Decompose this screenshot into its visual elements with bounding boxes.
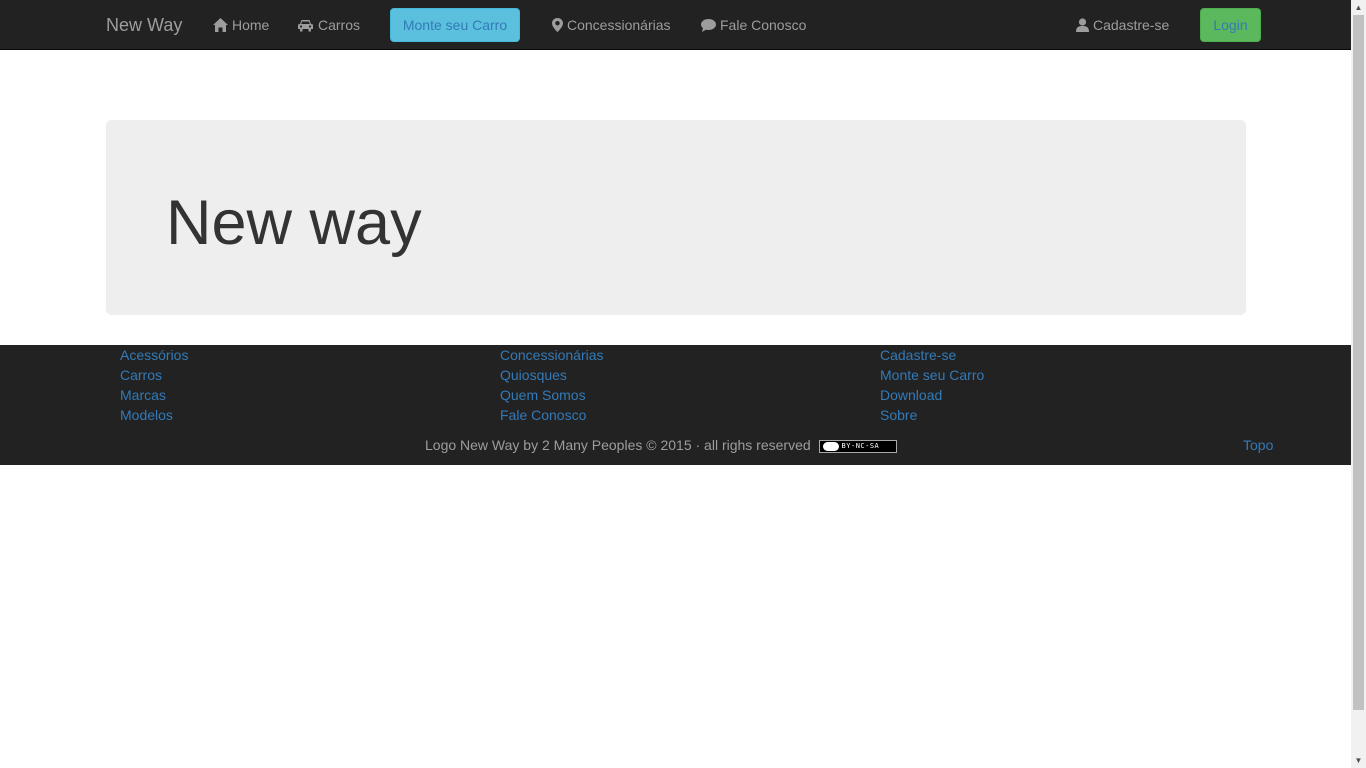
jumbotron-title: New way — [166, 188, 422, 258]
footer-link-contact[interactable]: Fale Conosco — [500, 405, 604, 425]
build-car-button[interactable]: Monte seu Carro — [390, 8, 520, 42]
cc-logo-icon — [822, 442, 839, 451]
nav-dealers-link[interactable]: Concessionárias — [552, 0, 671, 50]
nav-home-label: Home — [232, 17, 270, 33]
footer-link-build-car[interactable]: Monte seu Carro — [880, 365, 984, 385]
cc-license-text: BY-NC-SA — [841, 442, 880, 450]
map-marker-icon — [552, 2, 563, 52]
nav-cars-link[interactable]: Carros — [297, 0, 360, 50]
copyright-text: Logo New Way by 2 Many Peoples © 2015 · … — [425, 437, 811, 453]
nav-signup-label: Cadastre-se — [1093, 17, 1170, 33]
nav-signup-link[interactable]: Cadastre-se — [1076, 0, 1169, 50]
cc-license-badge[interactable]: BY-NC-SA — [818, 440, 897, 453]
vertical-scrollbar[interactable]: ▲ ▼ — [1351, 0, 1366, 768]
footer: Acessórios Carros Marcas Modelos Concess… — [0, 345, 1351, 465]
footer-column-3: Cadastre-se Monte seu Carro Download Sob… — [880, 345, 984, 425]
user-icon — [1076, 2, 1089, 52]
scroll-down-arrow-icon[interactable]: ▼ — [1351, 753, 1366, 768]
footer-link-signup[interactable]: Cadastre-se — [880, 345, 984, 365]
footer-link-kiosks[interactable]: Quiosques — [500, 365, 604, 385]
footer-link-dealers[interactable]: Concessionárias — [500, 345, 604, 365]
footer-column-1: Acessórios Carros Marcas Modelos — [120, 345, 188, 425]
back-to-top-link[interactable]: Topo — [1243, 435, 1273, 455]
footer-link-models[interactable]: Modelos — [120, 405, 188, 425]
brand-link[interactable]: New Way — [106, 0, 182, 50]
nav-dealers-label: Concessionárias — [567, 17, 671, 33]
footer-link-about[interactable]: Sobre — [880, 405, 984, 425]
car-icon — [297, 2, 314, 52]
scroll-up-arrow-icon[interactable]: ▲ — [1351, 0, 1366, 15]
page: New Way Home Carros Monte seu Carro Conc… — [0, 0, 1351, 768]
home-icon — [213, 2, 228, 52]
nav-contact-label: Fale Conosco — [720, 17, 807, 33]
login-button[interactable]: Login — [1200, 8, 1261, 42]
footer-link-about-us[interactable]: Quem Somos — [500, 385, 604, 405]
scrollbar-thumb[interactable] — [1353, 15, 1364, 710]
footer-column-2: Concessionárias Quiosques Quem Somos Fal… — [500, 345, 604, 425]
footer-link-accessories[interactable]: Acessórios — [120, 345, 188, 365]
nav-home-link[interactable]: Home — [213, 0, 269, 50]
top-navbar: New Way Home Carros Monte seu Carro Conc… — [0, 0, 1351, 50]
nav-cars-label: Carros — [318, 17, 361, 33]
footer-copyright: Logo New Way by 2 Many Peoples © 2015 · … — [425, 435, 897, 455]
nav-contact-link[interactable]: Fale Conosco — [701, 0, 806, 50]
footer-link-cars[interactable]: Carros — [120, 365, 188, 385]
comment-icon — [701, 2, 716, 52]
jumbotron: New way — [106, 120, 1246, 315]
footer-link-brands[interactable]: Marcas — [120, 385, 188, 405]
footer-link-download[interactable]: Download — [880, 385, 984, 405]
